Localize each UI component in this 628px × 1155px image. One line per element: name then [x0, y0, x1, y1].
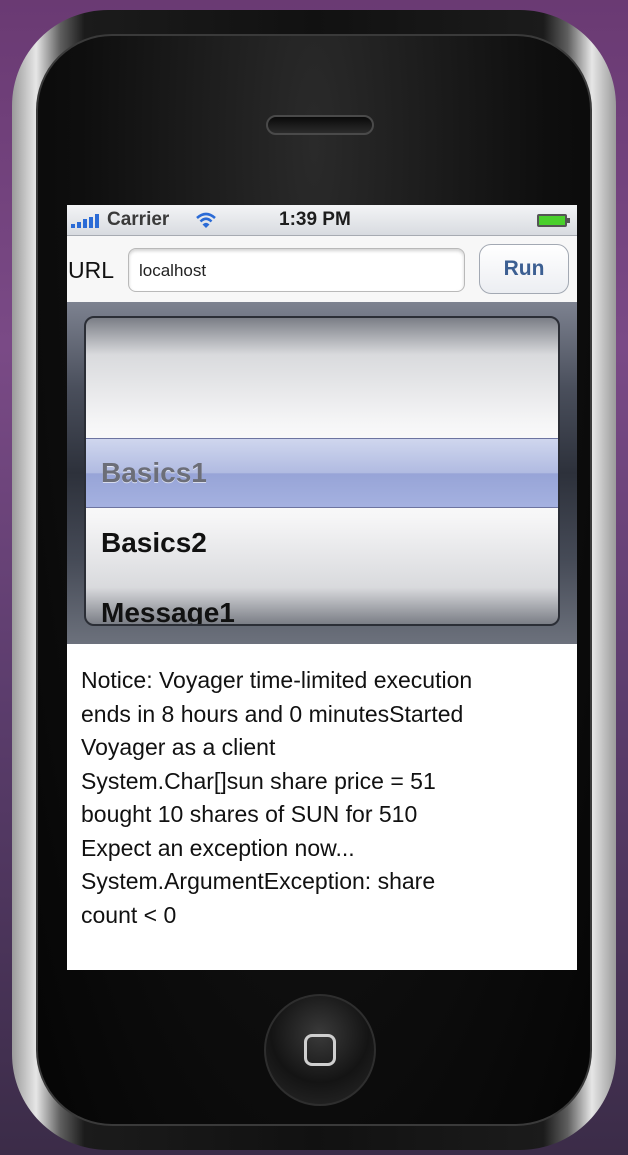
- home-button-icon[interactable]: [264, 994, 376, 1106]
- home-square-icon: [304, 1034, 336, 1066]
- url-label: URL: [68, 257, 115, 283]
- picker-item-basics1[interactable]: Basics1: [86, 438, 558, 508]
- run-button[interactable]: Run: [479, 244, 569, 294]
- output-console: Notice: Voyager time-limited execution e…: [67, 644, 577, 970]
- picker-item-message1[interactable]: Message1: [86, 578, 558, 624]
- output-line: count < 0: [81, 901, 177, 928]
- speaker-grille-icon: [266, 115, 374, 135]
- output-line: ends in 8 hours and 0 minutesStarted: [81, 700, 464, 727]
- output-line: System.Char[]sun share price = 51: [81, 767, 436, 794]
- app-screen: Carrier 1:39 PM URL Run Basics1 Basics2 …: [67, 205, 577, 970]
- picker-wheel[interactable]: Basics1 Basics2 Message1: [84, 316, 560, 626]
- carrier-label: Carrier: [107, 209, 170, 230]
- output-line: bought 10 shares of SUN for 510: [81, 801, 418, 827]
- output-line: Voyager as a client: [81, 734, 276, 760]
- status-bar: Carrier 1:39 PM: [67, 205, 577, 236]
- battery-icon: [537, 214, 570, 227]
- signal-bars-icon: [71, 214, 101, 228]
- status-time: 1:39 PM: [279, 209, 351, 230]
- sample-picker[interactable]: Basics1 Basics2 Message1: [67, 302, 577, 644]
- wifi-icon: [196, 212, 216, 228]
- picker-item-basics2[interactable]: Basics2: [86, 508, 558, 578]
- url-input[interactable]: [128, 248, 465, 292]
- output-line: Expect an exception now...: [81, 834, 355, 861]
- url-toolbar: URL Run: [67, 236, 577, 302]
- output-line: Notice: Voyager time-limited execution: [81, 667, 473, 693]
- output-line: System.ArgumentException: share: [81, 868, 436, 894]
